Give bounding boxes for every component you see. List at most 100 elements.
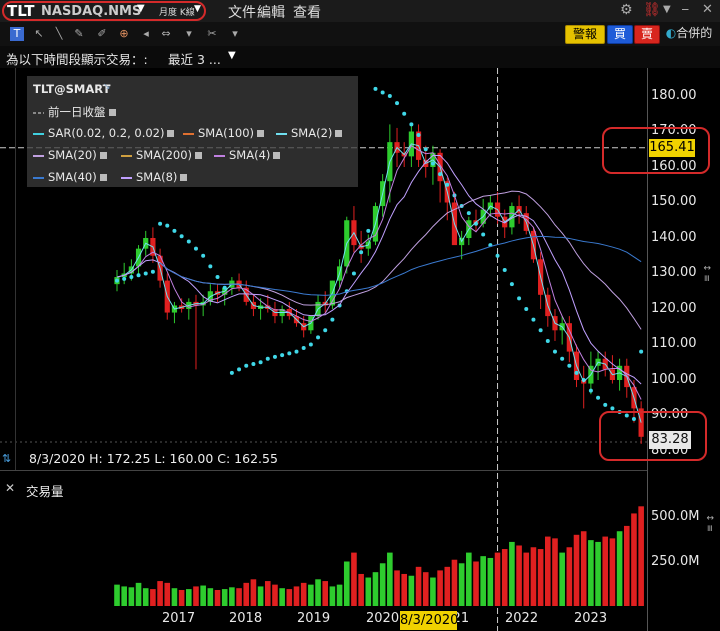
more-tools-icon[interactable]: ▾ <box>182 27 196 41</box>
volume-bar <box>365 577 372 606</box>
menu-view[interactable]: 查看 <box>293 2 321 22</box>
volume-bar <box>631 513 637 606</box>
zoom-tool-icon[interactable]: ⇔ <box>159 27 173 41</box>
checkbox-icon[interactable] <box>335 130 343 137</box>
pen-tool-icon[interactable]: ✎ <box>72 27 86 41</box>
sar-dot <box>294 349 299 354</box>
checkbox-icon[interactable] <box>273 152 281 159</box>
volume-axis-scale-icon[interactable]: ↕ ≡ <box>704 514 714 532</box>
legend-item-sma100[interactable]: SMA(100) <box>183 126 265 140</box>
time-range-dropdown-icon[interactable]: ▼ <box>228 50 236 61</box>
sar-dot <box>588 388 593 393</box>
pane-resize-icon[interactable]: ⇅ <box>2 452 11 465</box>
volume-bar <box>372 572 379 606</box>
checkbox-icon[interactable] <box>108 109 116 116</box>
volume-bar <box>602 536 609 606</box>
volume-bar <box>157 581 163 606</box>
link-dropdown-icon[interactable]: ▼ <box>663 4 671 15</box>
wrench-icon[interactable]: ✂ <box>205 27 219 41</box>
sar-dot <box>208 264 213 269</box>
volume-bar <box>566 547 573 606</box>
volume-bar <box>552 538 558 606</box>
legend-item-sma2[interactable]: SMA(2) <box>276 126 343 140</box>
legend-item-sma200[interactable]: SMA(200) <box>121 148 203 162</box>
close-icon[interactable]: ✕ <box>702 2 713 17</box>
cursor-tool-icon[interactable]: ↖ <box>32 27 46 41</box>
sar-dot <box>265 356 270 361</box>
volume-bar <box>193 586 199 606</box>
volume-bar <box>422 572 429 606</box>
sar-dot <box>639 349 644 354</box>
legend-item-sma20[interactable]: SMA(20) <box>33 148 107 162</box>
sar-dot <box>316 335 321 340</box>
pane-menu-icon[interactable]: ✕ <box>5 481 15 495</box>
title-bar: TLT NASDAQ.NMS ▼ 月度 K線 ▼ 文件 編輯 查看 ⚙ ⛓ ▼ … <box>0 0 720 23</box>
sar-dot <box>430 161 435 166</box>
sar-dot <box>603 402 608 407</box>
legend-item-prev-close[interactable]: 前一日收盤 <box>33 104 116 120</box>
volume-bar <box>207 588 214 606</box>
checkbox-icon[interactable] <box>99 152 107 159</box>
pane-separator[interactable] <box>0 470 647 471</box>
minimize-icon[interactable]: ⎯ <box>682 2 689 17</box>
volume-bar <box>186 589 192 606</box>
sar-dot <box>409 122 414 127</box>
sar-dot <box>596 395 601 400</box>
sar-dot <box>552 349 557 354</box>
sar-dot <box>179 234 184 239</box>
merged-toggle[interactable]: ◐合併的 <box>660 25 718 42</box>
gear-icon[interactable]: ⚙ <box>620 2 633 18</box>
sar-dot <box>423 147 428 152</box>
buy-button[interactable]: 買 <box>607 25 633 44</box>
legend-item-sar[interactable]: SAR(0.02, 0.2, 0.02) <box>33 126 175 140</box>
volume-bar <box>379 563 386 606</box>
sell-button[interactable]: 賣 <box>634 25 660 44</box>
link-icon[interactable]: ⛓ <box>643 2 661 18</box>
volume-tick: 250.0M <box>651 554 700 569</box>
line-swatch <box>33 132 44 135</box>
checkbox-icon[interactable] <box>195 152 203 159</box>
volume-bar <box>257 586 264 606</box>
volume-pane-title: 交易量 <box>26 484 64 499</box>
menu-edit[interactable]: 編輯 <box>257 2 285 22</box>
line-swatch <box>214 154 225 157</box>
legend-label: 前一日收盤 <box>48 105 106 119</box>
last-price-highlight-annotation <box>599 411 707 461</box>
legend-item-sma8[interactable]: SMA(8) <box>121 170 188 184</box>
volume-bar <box>308 584 314 606</box>
legend-collapse-icon[interactable]: ↘ <box>103 82 111 92</box>
volume-bar <box>387 552 393 606</box>
legend-item-sma40[interactable]: SMA(40) <box>33 170 107 184</box>
line-swatch <box>276 132 287 135</box>
volume-bar <box>300 582 307 606</box>
volume-bar <box>286 589 293 606</box>
checkbox-icon[interactable] <box>99 174 107 181</box>
sar-dot <box>351 271 356 276</box>
volume-bar <box>336 584 343 606</box>
sma-line-20 <box>159 190 642 330</box>
settings-dropdown-icon[interactable]: ▾ <box>228 27 242 41</box>
text-tool-icon[interactable]: T <box>10 27 24 41</box>
crosshair-tool-icon[interactable]: ⊕ <box>117 27 131 41</box>
legend-item-sma4[interactable]: SMA(4) <box>214 148 281 162</box>
checkbox-icon[interactable] <box>180 174 188 181</box>
time-range-select[interactable]: 最近 3 ... <box>168 49 221 68</box>
alert-button[interactable]: 警報 <box>565 25 605 44</box>
sar-dot <box>509 282 514 287</box>
checkbox-icon[interactable] <box>167 130 175 137</box>
sar-dot <box>380 90 385 95</box>
volume-bar <box>473 561 479 606</box>
price-axis-scale-icon[interactable]: ↕ ≡ <box>701 264 711 282</box>
price-tick: 150.00 <box>651 194 697 209</box>
volume-bar <box>322 581 329 606</box>
volume-bar <box>200 585 206 606</box>
checkbox-icon[interactable] <box>257 130 265 137</box>
legend-label: SMA(20) <box>48 148 97 162</box>
menu-file[interactable]: 文件 <box>228 2 256 22</box>
brush-tool-icon[interactable]: ✐ <box>95 27 109 41</box>
trendline-tool-icon[interactable]: ╲ <box>52 27 66 41</box>
sar-dot <box>201 253 206 258</box>
volume-bar <box>272 584 278 606</box>
sar-dot <box>466 211 471 216</box>
scroll-left-icon[interactable]: ◂ <box>139 27 153 41</box>
